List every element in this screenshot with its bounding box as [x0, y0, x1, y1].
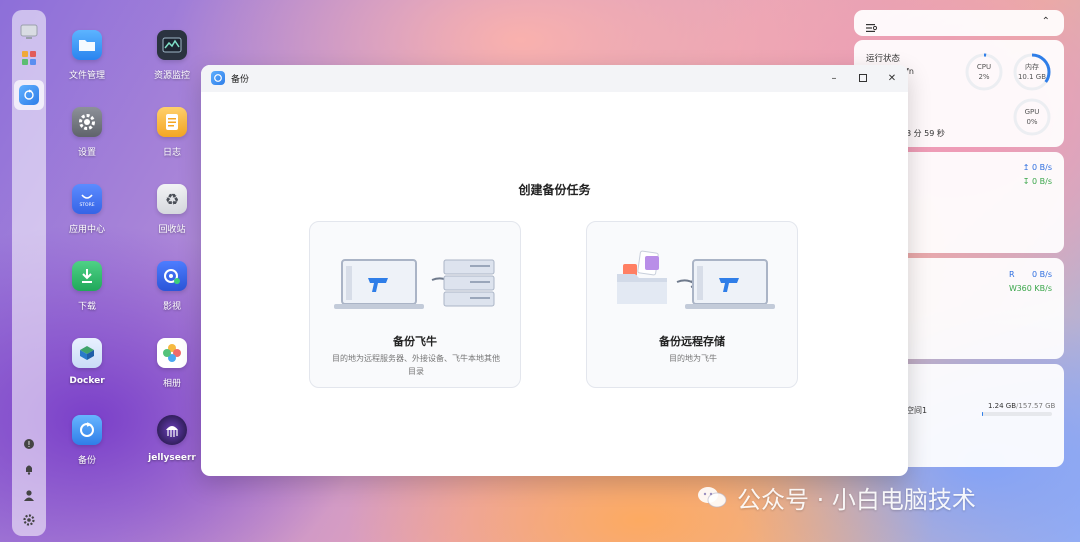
- store-icon: STORE: [72, 184, 102, 214]
- photos-icon: [157, 338, 187, 368]
- page-title: 创建备份任务: [518, 183, 591, 197]
- window-titlebar[interactable]: 备份 – ✕: [201, 65, 908, 92]
- info-icon[interactable]: !: [21, 436, 37, 452]
- svg-text:STORE: STORE: [79, 202, 94, 208]
- gear-icon: [72, 107, 102, 137]
- desktop-icon-jellyseerr[interactable]: jellyseerr: [137, 415, 207, 463]
- desktop-icon-video[interactable]: 影视: [137, 261, 207, 312]
- desktop-icon-app-center[interactable]: STORE 应用中心: [52, 184, 122, 235]
- widget-toolbar: ⌃: [854, 10, 1064, 36]
- recycle-icon: ♻: [157, 184, 187, 214]
- desktop-icon-label: 资源监控: [153, 71, 190, 81]
- backup-remote-storage-title: 备份远程存储: [659, 335, 725, 348]
- desktop-icon-label: jellyseerr: [148, 453, 196, 463]
- desktop-icon-label: 应用中心: [68, 225, 105, 235]
- storage-usage: 1.24 GB/157.57 GB: [988, 402, 1056, 410]
- desktop-icon-label: 影视: [162, 302, 181, 312]
- desktop-icon-label: 文件管理: [68, 71, 105, 81]
- storage-bar: [982, 412, 1052, 416]
- disk-read-label: R: [1009, 270, 1015, 279]
- close-button[interactable]: ✕: [884, 70, 900, 86]
- dock: !: [12, 10, 46, 536]
- cpu-value: 2%: [978, 73, 990, 81]
- storage-name: 空间1: [906, 406, 928, 415]
- download-icon: [72, 261, 102, 291]
- desktop-icon-label: Docker: [69, 376, 105, 386]
- cpu-gauge: CPU 2%: [964, 52, 1004, 92]
- apps-grid-icon[interactable]: [19, 48, 39, 68]
- backup-icon: [211, 71, 225, 85]
- backup-remote-storage-card[interactable]: 备份远程存储 目的地为飞牛: [586, 221, 798, 388]
- desktop-icon-label: 回收站: [158, 225, 186, 235]
- status-title: 运行状态: [866, 54, 901, 64]
- disk-write: 360 KB/s: [1016, 284, 1052, 293]
- desktop-icon-docker[interactable]: Docker: [52, 338, 122, 386]
- desktop-icon-file-manager[interactable]: 文件管理: [52, 30, 122, 81]
- cpu-label: CPU: [976, 63, 992, 71]
- backup-window: 备份 – ✕ 创建备份任务 备份飞牛 目的地为远程服务器、外接设备、飞牛本地其他…: [201, 65, 908, 476]
- gear-icon[interactable]: [21, 512, 37, 528]
- desktop-icon-label: 下载: [77, 302, 96, 312]
- memory-label: 内存: [1025, 63, 1039, 71]
- bell-icon[interactable]: [21, 461, 37, 477]
- uptime: 8 分 59 秒: [906, 129, 945, 138]
- network-download: ↧ 0 B/s: [1022, 177, 1052, 186]
- desktop-icon-label: 日志: [162, 148, 181, 158]
- gpu-label: GPU: [1024, 108, 1040, 116]
- monitor-icon: [157, 30, 187, 60]
- desktop-icon-photos[interactable]: 相册: [137, 338, 207, 389]
- desktop-icon-backup[interactable]: 备份: [52, 415, 122, 466]
- desktop-icon-recycle-bin[interactable]: ♻ 回收站: [137, 184, 207, 235]
- desktop-icon-label: 设置: [77, 148, 96, 158]
- disk-read: 0 B/s: [1032, 270, 1052, 279]
- user-icon[interactable]: [21, 487, 37, 503]
- backup-fnos-title: 备份飞牛: [393, 335, 437, 348]
- network-upload: ↥ 0 B/s: [1022, 163, 1052, 172]
- backup-remote-storage-desc: 目的地为飞牛: [669, 354, 717, 363]
- folder-to-laptop-illustration: [617, 250, 775, 309]
- minimize-button[interactable]: –: [826, 70, 842, 86]
- backup-fnos-desc: 目的地为远程服务器、外接设备、飞牛本地其他目录: [332, 354, 500, 376]
- jellyseerr-icon: [157, 415, 187, 445]
- watermark: 公众号 · 小白电脑技术: [697, 480, 976, 515]
- wechat-icon: [698, 487, 727, 508]
- collapse-icon[interactable]: ⌃: [1042, 16, 1050, 27]
- svg-text:!: !: [27, 440, 30, 449]
- desktop-icon-label: 相册: [162, 379, 181, 389]
- memory-gauge: 内存 10.1 GB: [1012, 52, 1052, 92]
- backup-icon[interactable]: [19, 85, 39, 105]
- laptop-to-server-illustration: [334, 259, 495, 309]
- log-icon: [157, 107, 187, 137]
- widget-settings-icon[interactable]: [866, 18, 878, 37]
- desktop-icon-resource-monitor[interactable]: 资源监控: [137, 30, 207, 81]
- storage-bar-fill: [982, 412, 984, 416]
- maximize-button[interactable]: [855, 70, 871, 86]
- desktop-icon-label: 备份: [77, 456, 96, 466]
- backup-icon: [72, 415, 102, 445]
- desktop-icon[interactable]: [19, 22, 39, 42]
- window-title: 备份: [231, 75, 250, 85]
- folder-icon: [72, 30, 102, 60]
- video-icon: [157, 261, 187, 291]
- backup-fnos-card[interactable]: 备份飞牛 目的地为远程服务器、外接设备、飞牛本地其他目录: [309, 221, 521, 388]
- desktop-icon-settings[interactable]: 设置: [52, 107, 122, 158]
- gpu-gauge: GPU 0%: [1012, 97, 1052, 137]
- memory-value: 10.1 GB: [1017, 73, 1047, 81]
- desktop-icon-logs[interactable]: 日志: [137, 107, 207, 158]
- watermark-text: 公众号 · 小白电脑技术: [737, 486, 976, 514]
- desktop-icon-download[interactable]: 下载: [52, 261, 122, 312]
- gpu-value: 0%: [1026, 118, 1038, 126]
- docker-icon: [72, 338, 102, 368]
